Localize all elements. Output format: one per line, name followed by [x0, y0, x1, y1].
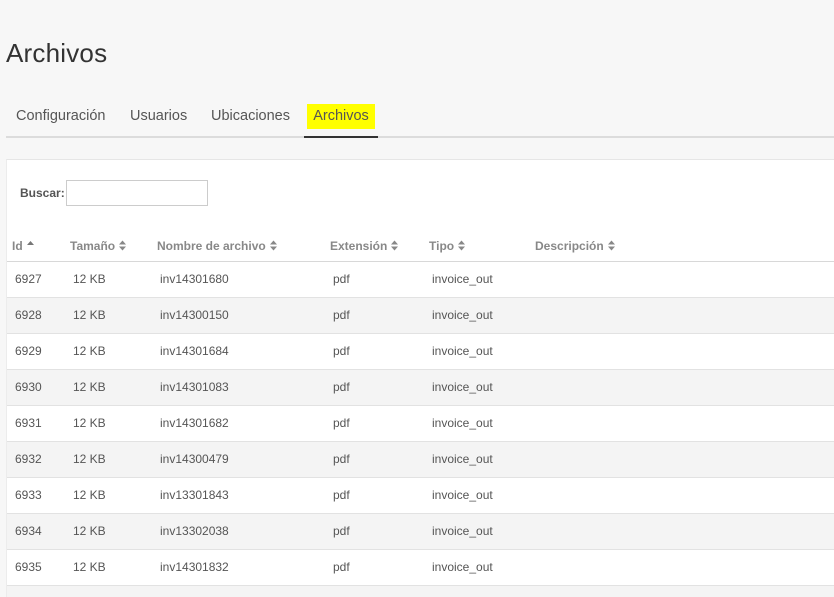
cell-extension: pdf	[333, 308, 350, 322]
table-row[interactable]: 6929 12 KB inv14301684 pdf invoice_out	[7, 334, 834, 370]
cell-type: invoice_out	[432, 308, 493, 322]
sort-ascending-icon	[26, 241, 34, 245]
cell-size: 12 KB	[73, 380, 106, 394]
cell-extension: pdf	[333, 452, 350, 466]
cell-type: invoice_out	[432, 452, 493, 466]
files-panel: Buscar: Id Tamaño Nombre de archivo Exte…	[6, 159, 834, 597]
page: Archivos Configuración Usuarios Ubicacio…	[0, 0, 834, 597]
column-header-label: Id	[12, 239, 23, 253]
column-header-filename[interactable]: Nombre de archivo	[157, 239, 278, 253]
cell-filename: inv14301680	[160, 272, 229, 286]
cell-extension: pdf	[333, 344, 350, 358]
cell-type: invoice_out	[432, 380, 493, 394]
cell-extension: pdf	[333, 560, 350, 574]
cell-id: 6931	[15, 416, 42, 430]
table-row[interactable]: 6930 12 KB inv14301083 pdf invoice_out	[7, 370, 834, 406]
column-header-size[interactable]: Tamaño	[70, 239, 127, 253]
cell-type: invoice_out	[432, 488, 493, 502]
cell-size: 12 KB	[73, 344, 106, 358]
cell-id: 6935	[15, 560, 42, 574]
table-row[interactable]: 6932 12 KB inv14300479 pdf invoice_out	[7, 442, 834, 478]
cell-id: 6934	[15, 524, 42, 538]
cell-type: invoice_out	[432, 272, 493, 286]
column-header-label: Tipo	[429, 239, 455, 253]
column-header-extension[interactable]: Extensión	[330, 239, 399, 253]
tab-archivos[interactable]: Archivos	[304, 100, 378, 138]
cell-size: 12 KB	[73, 560, 106, 574]
table-row[interactable]: 6927 12 KB inv14301680 pdf invoice_out	[7, 262, 834, 298]
search-label: Buscar:	[20, 186, 65, 200]
cell-filename: inv14301083	[160, 380, 229, 394]
cell-extension: pdf	[333, 488, 350, 502]
tab-label: Archivos	[307, 104, 375, 129]
cell-id: 6930	[15, 380, 42, 394]
table-row[interactable]: 6931 12 KB inv14301682 pdf invoice_out	[7, 406, 834, 442]
sort-both-icon	[119, 240, 127, 251]
cell-type: invoice_out	[432, 560, 493, 574]
cell-id: 6928	[15, 308, 42, 322]
cell-id: 6932	[15, 452, 42, 466]
files-table: Id Tamaño Nombre de archivo Extensión Ti…	[7, 232, 834, 597]
cell-filename: inv14300479	[160, 452, 229, 466]
cell-id: 6927	[15, 272, 42, 286]
column-header-label: Nombre de archivo	[157, 239, 266, 253]
table-header: Id Tamaño Nombre de archivo Extensión Ti…	[7, 232, 834, 262]
column-header-description[interactable]: Descripción	[535, 239, 616, 253]
cell-size: 12 KB	[73, 416, 106, 430]
search-input[interactable]	[66, 180, 208, 206]
table-row[interactable]: 6933 12 KB inv13301843 pdf invoice_out	[7, 478, 834, 514]
sort-both-icon	[391, 240, 399, 251]
cell-id: 6933	[15, 488, 42, 502]
page-title: Archivos	[6, 38, 108, 68]
sort-both-icon	[269, 240, 277, 251]
column-header-label: Extensión	[330, 239, 388, 253]
sort-both-icon	[458, 240, 466, 251]
cell-filename: inv14301682	[160, 416, 229, 430]
cell-size: 12 KB	[73, 308, 106, 322]
cell-filename: inv14301684	[160, 344, 229, 358]
tab-usuarios[interactable]: Usuarios	[130, 100, 187, 136]
cell-type: invoice_out	[432, 416, 493, 430]
sort-both-icon	[607, 240, 615, 251]
cell-extension: pdf	[333, 416, 350, 430]
tab-configuracion[interactable]: Configuración	[16, 100, 105, 136]
table-row[interactable]: 6928 12 KB inv14300150 pdf invoice_out	[7, 298, 834, 334]
tab-ubicaciones[interactable]: Ubicaciones	[211, 100, 290, 136]
cell-size: 12 KB	[73, 272, 106, 286]
cell-size: 12 KB	[73, 452, 106, 466]
column-header-label: Descripción	[535, 239, 604, 253]
cell-extension: pdf	[333, 380, 350, 394]
column-header-label: Tamaño	[70, 239, 116, 253]
tab-label: Usuarios	[130, 108, 188, 124]
cell-extension: pdf	[333, 524, 350, 538]
column-header-id[interactable]: Id	[12, 239, 35, 253]
tab-bar: Configuración Usuarios Ubicaciones Archi…	[6, 100, 834, 138]
tab-label: Configuración	[16, 108, 106, 124]
cell-filename: inv13301843	[160, 488, 229, 502]
cell-extension: pdf	[333, 272, 350, 286]
cell-filename: inv14300150	[160, 308, 229, 322]
table-row-partial	[7, 586, 834, 597]
column-header-type[interactable]: Tipo	[429, 239, 466, 253]
cell-type: invoice_out	[432, 344, 493, 358]
cell-filename: inv14301832	[160, 560, 229, 574]
cell-filename: inv13302038	[160, 524, 229, 538]
table-row[interactable]: 6935 12 KB inv14301832 pdf invoice_out	[7, 550, 834, 586]
cell-size: 12 KB	[73, 488, 106, 502]
cell-size: 12 KB	[73, 524, 106, 538]
cell-type: invoice_out	[432, 524, 493, 538]
table-row[interactable]: 6934 12 KB inv13302038 pdf invoice_out	[7, 514, 834, 550]
tab-label: Ubicaciones	[211, 108, 290, 124]
cell-id: 6929	[15, 344, 42, 358]
